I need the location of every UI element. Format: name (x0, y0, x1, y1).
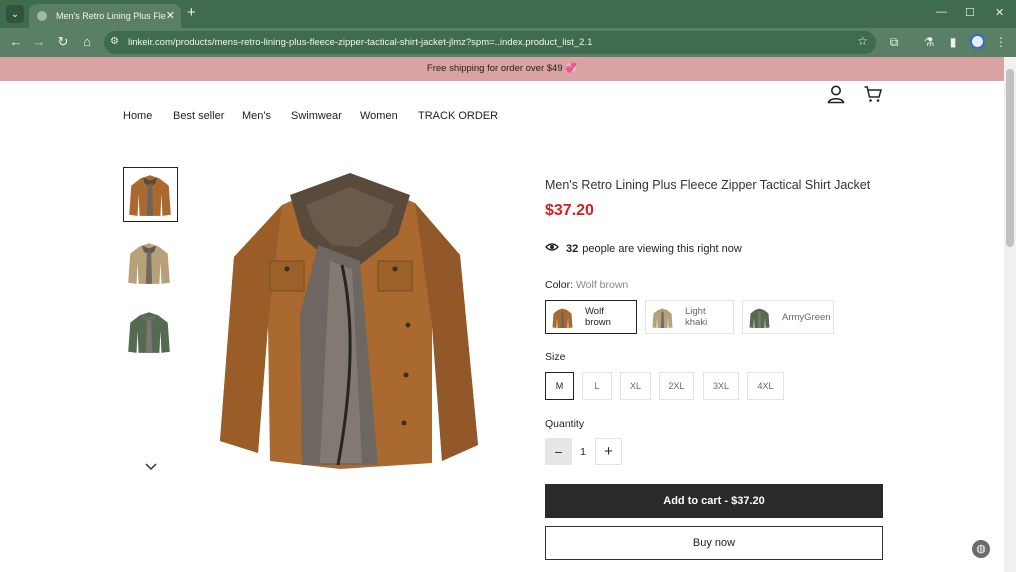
jacket-swatch-image (552, 308, 573, 328)
viewing-counter: 32 people are viewing this right now (545, 242, 742, 255)
page-scrollbar[interactable] (1004, 57, 1016, 572)
color-selected-value: Wolf brown (575, 279, 629, 291)
jacket-swatch-image (652, 308, 673, 328)
window-close-icon[interactable]: ✕ (995, 6, 1004, 19)
product-title: Men's Retro Lining Plus Fleece Zipper Ta… (545, 178, 871, 192)
color-option-label: ArmyGreen (782, 311, 831, 323)
size-option-4xl[interactable]: 4XL (747, 372, 784, 400)
back-icon[interactable]: ← (8, 34, 24, 50)
quantity-value[interactable]: 1 (572, 438, 594, 465)
tab-close-icon[interactable]: ✕ (166, 9, 175, 22)
quantity-increment-button[interactable]: + (595, 438, 622, 465)
nav-women[interactable]: Women (360, 110, 398, 122)
new-tab-icon[interactable]: + (187, 5, 201, 21)
language-globe-icon[interactable]: ◍ (972, 540, 990, 558)
jacket-thumbnail-image (128, 312, 170, 353)
size-option-xl[interactable]: XL (620, 372, 651, 400)
size-option-2xl[interactable]: 2XL (659, 372, 694, 400)
extensions-icon[interactable]: ⧉ (886, 34, 902, 50)
color-option-label: Light khaki (685, 306, 708, 328)
minimize-icon[interactable]: — (936, 6, 947, 18)
color-label-row: Color: Wolf brown (545, 279, 628, 291)
side-panel-icon[interactable]: ▮ (945, 34, 961, 50)
product-price: $37.20 (545, 202, 594, 219)
cart-icon[interactable] (863, 84, 883, 104)
size-option-l[interactable]: L (582, 372, 612, 400)
promo-banner: Free shipping for order over $49 💞 (0, 57, 1004, 81)
color-option-light-khaki[interactable]: Light khaki (645, 300, 734, 334)
site-favicon-icon (37, 11, 47, 21)
eye-icon (545, 242, 559, 255)
thumbnails-chevron-down-icon[interactable] (145, 462, 157, 474)
tab-title: Men's Retro Lining Plus Fleece Zipper Ta… (56, 11, 166, 21)
site-info-icon[interactable]: ⚙ (110, 36, 119, 47)
browser-toolbar: ← → ↻ ⌂ ⚙ linkeir.com/products/mens-retr… (0, 28, 1016, 57)
bookmark-star-icon[interactable]: ☆ (857, 34, 868, 48)
color-option-wolf-brown[interactable]: Wolf brown (545, 300, 637, 334)
color-option-army-green[interactable]: ArmyGreen (742, 300, 834, 334)
browser-tab[interactable]: Men's Retro Lining Plus Fleece Zipper Ta… (29, 4, 181, 28)
jacket-thumbnail-image (129, 175, 171, 216)
forward-icon[interactable]: → (31, 34, 47, 50)
browser-tabbar: ⌄ Men's Retro Lining Plus Fleece Zipper … (0, 0, 1016, 28)
buy-now-button[interactable]: Buy now (545, 526, 883, 560)
viewing-count: 32 (566, 242, 579, 255)
scrollbar-thumb[interactable] (1006, 69, 1014, 247)
address-bar[interactable]: ⚙ linkeir.com/products/mens-retro-lining… (104, 31, 876, 54)
tab-search-icon[interactable]: ⌄ (6, 5, 24, 23)
maximize-icon[interactable]: ☐ (965, 6, 975, 19)
reload-icon[interactable]: ↻ (55, 34, 71, 50)
thumbnail-army-green[interactable] (123, 305, 178, 360)
jacket-swatch-image (749, 308, 770, 328)
profile-avatar-icon[interactable] (970, 34, 985, 49)
quantity-label: Quantity (545, 418, 585, 430)
thumbnail-wolf-brown[interactable] (123, 167, 178, 222)
nav-swimwear[interactable]: Swimwear (291, 110, 342, 122)
url-text: linkeir.com/products/mens-retro-lining-p… (128, 37, 593, 48)
nav-best-seller[interactable]: Best seller (173, 110, 224, 122)
browser-menu-icon[interactable]: ⋮ (993, 34, 1009, 50)
account-icon[interactable] (826, 84, 846, 104)
lab-flask-icon[interactable]: ⚗ (921, 34, 937, 50)
quantity-decrement-button[interactable]: − (545, 438, 572, 465)
jacket-thumbnail-image (128, 243, 170, 284)
nav-home[interactable]: Home (123, 110, 152, 122)
viewing-text: people are viewing this right now (582, 242, 742, 255)
home-icon[interactable]: ⌂ (79, 34, 95, 50)
main-product-image[interactable] (210, 165, 490, 475)
add-to-cart-button[interactable]: Add to cart - $37.20 (545, 484, 883, 518)
nav-track-order[interactable]: TRACK ORDER (418, 110, 498, 122)
thumbnail-light-khaki[interactable] (123, 236, 178, 291)
size-option-3xl[interactable]: 3XL (703, 372, 739, 400)
color-label: Color: (545, 279, 574, 291)
size-option-m[interactable]: M (545, 372, 574, 400)
color-option-label: Wolf brown (585, 306, 611, 328)
nav-mens[interactable]: Men's (242, 110, 271, 122)
size-label: Size (545, 351, 566, 363)
